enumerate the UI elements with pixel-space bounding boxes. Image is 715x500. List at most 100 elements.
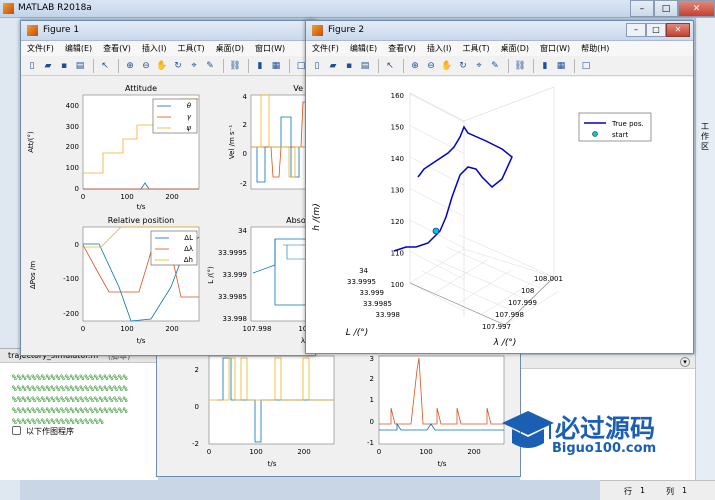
menu-view[interactable]: 查看(V) <box>103 43 131 54</box>
menu-tools[interactable]: 工具(T) <box>462 43 489 54</box>
menu-edit[interactable]: 编辑(E) <box>65 43 92 54</box>
menu-file[interactable]: 文件(F) <box>27 43 54 54</box>
maximize-button[interactable]: □ <box>654 0 678 17</box>
menu-help[interactable]: 帮助(H) <box>581 43 609 54</box>
figure-2-titlebar[interactable]: Figure 2 – □ ✕ <box>306 21 693 41</box>
legend-icon[interactable]: ▦ <box>554 59 568 73</box>
code-line: %%%%%%%%%%%%%%%%%%%%%%%% <box>12 384 128 393</box>
menu-desktop[interactable]: 桌面(D) <box>216 43 244 54</box>
tick-label: -200 <box>63 310 79 318</box>
legend-entry: Δh <box>184 256 193 264</box>
menu-insert[interactable]: 插入(I) <box>142 43 167 54</box>
tick-label: 160 <box>391 92 404 100</box>
code-line: %%%%%%%%%%%%%%%%%%%%%%%% <box>12 395 128 404</box>
print-icon[interactable]: ▤ <box>358 59 372 73</box>
open-icon[interactable]: ▰ <box>326 59 340 73</box>
data-cursor-icon[interactable]: ⌖ <box>187 59 201 73</box>
bottom-figure: 2 0 -2 0 100 200 t/s 3 2 1 0 -1 0 100 20… <box>156 349 521 477</box>
axis-label: t/s <box>268 460 277 468</box>
relpos-ylabel: ΔPos /m <box>29 261 37 289</box>
pointer-icon[interactable]: ↖ <box>98 59 112 73</box>
save-icon[interactable]: ▪ <box>342 59 356 73</box>
legend-entry: Δλ <box>184 245 193 253</box>
link-icon[interactable]: ⛓ <box>513 59 527 73</box>
menu-edit[interactable]: 编辑(E) <box>350 43 377 54</box>
zoom-out-icon[interactable]: ⊖ <box>139 59 153 73</box>
menu-window[interactable]: 窗口(W) <box>255 43 285 54</box>
figure-1-title: Figure 1 <box>43 25 80 35</box>
tick-label: 100 <box>120 193 133 201</box>
minimize-button[interactable]: – <box>626 23 646 37</box>
figure-1-window[interactable]: Figure 1 文件(F) 编辑(E) 查看(V) 插入(I) 工具(T) 桌… <box>20 20 316 356</box>
rotate-icon[interactable]: ↻ <box>171 59 185 73</box>
menu-insert[interactable]: 插入(I) <box>427 43 452 54</box>
editor-code[interactable]: %%%%%%%%%%%%%%%%%%%%%%%% %%%%%%%%%%%%%%%… <box>12 372 128 427</box>
tick-label: 0 <box>75 185 79 193</box>
legend-icon[interactable]: ▦ <box>269 59 283 73</box>
menu-desktop[interactable]: 桌面(D) <box>501 43 529 54</box>
status-bar: 行 1 列 1 <box>600 480 715 500</box>
code-section-label[interactable]: 以下作图程序 <box>26 426 74 437</box>
plot3-xlabel: λ /(°) <box>493 338 517 348</box>
row-value: 1 <box>640 486 646 495</box>
minimize-button[interactable]: – <box>630 0 654 17</box>
tick-label: 200 <box>165 325 178 333</box>
relpos-xlabel: t/s <box>137 337 146 345</box>
new-figure-icon[interactable]: ▯ <box>25 59 39 73</box>
pan-icon[interactable]: ✋ <box>155 59 169 73</box>
start-marker <box>432 227 440 235</box>
attitude-xlabel: t/s <box>137 203 146 211</box>
tick-label: 4 <box>243 93 248 101</box>
tick-label: 33.998 <box>223 315 248 323</box>
tick-label: 1 <box>370 396 374 404</box>
close-button[interactable]: ✕ <box>666 23 690 37</box>
menu-window[interactable]: 窗口(W) <box>540 43 570 54</box>
tick-label: -1 <box>367 439 374 447</box>
figure-1-menubar: 文件(F) 编辑(E) 查看(V) 插入(I) 工具(T) 桌面(D) 窗口(W… <box>21 41 315 56</box>
figure-2-title: Figure 2 <box>328 25 365 35</box>
legend-entry: ΔL <box>184 234 193 242</box>
tick-label: 2 <box>195 366 199 374</box>
maximize-button[interactable]: □ <box>646 23 666 37</box>
legend-entry: True pos. <box>611 120 644 128</box>
editor-panel: trajectory_simulator.m (脚本) %%%%%%%%%%%%… <box>0 348 158 480</box>
colorbar-icon[interactable]: ▮ <box>538 59 552 73</box>
menu-file[interactable]: 文件(F) <box>312 43 339 54</box>
rotate-icon[interactable]: ↻ <box>456 59 470 73</box>
pan-icon[interactable]: ✋ <box>440 59 454 73</box>
data-cursor-icon[interactable]: ⌖ <box>472 59 486 73</box>
workspace-label[interactable]: 工作区 <box>701 122 711 152</box>
save-icon[interactable]: ▪ <box>57 59 71 73</box>
zoom-out-icon[interactable]: ⊖ <box>424 59 438 73</box>
tick-label: 140 <box>391 155 404 163</box>
pointer-icon[interactable]: ↖ <box>383 59 397 73</box>
brush-icon[interactable]: ✎ <box>203 59 217 73</box>
new-figure-icon[interactable]: ▯ <box>310 59 324 73</box>
tick-label: 120 <box>391 218 404 226</box>
print-icon[interactable]: ▤ <box>73 59 87 73</box>
figure-2-toolbar: ▯ ▰ ▪ ▤ ↖ ⊕ ⊖ ✋ ↻ ⌖ ✎ ⛓ ▮ ▦ □ <box>306 56 693 76</box>
chevron-down-icon[interactable]: ▾ <box>680 357 690 367</box>
figure-icon <box>27 25 38 36</box>
watermark-en: Biguo100.com <box>552 441 657 456</box>
figure-1-titlebar[interactable]: Figure 1 <box>21 21 315 41</box>
tick-label: 0 <box>195 403 199 411</box>
brush-icon[interactable]: ✎ <box>488 59 502 73</box>
tick-label: 200 <box>297 448 310 456</box>
close-button[interactable]: ✕ <box>678 0 715 17</box>
attitude-ylabel: Att/(°) <box>27 131 35 153</box>
hide-tools-icon[interactable]: □ <box>579 59 593 73</box>
menu-tools[interactable]: 工具(T) <box>177 43 204 54</box>
legend-marker <box>592 131 598 137</box>
zoom-in-icon[interactable]: ⊕ <box>123 59 137 73</box>
figure-2-3d-plot: h /(m) L /(°) λ /(°) 100 110 120 130 140 150 1… <box>306 77 693 353</box>
figure-2-window[interactable]: Figure 2 – □ ✕ 文件(F) 编辑(E) 查看(V) 插入(I) 工… <box>305 20 694 354</box>
link-icon[interactable]: ⛓ <box>228 59 242 73</box>
tick-label: 100 <box>391 281 404 289</box>
menu-view[interactable]: 查看(V) <box>388 43 416 54</box>
colorbar-icon[interactable]: ▮ <box>253 59 267 73</box>
tick-label: 107.998 <box>243 325 272 333</box>
open-icon[interactable]: ▰ <box>41 59 55 73</box>
tick-label: 100 <box>249 448 262 456</box>
zoom-in-icon[interactable]: ⊕ <box>408 59 422 73</box>
